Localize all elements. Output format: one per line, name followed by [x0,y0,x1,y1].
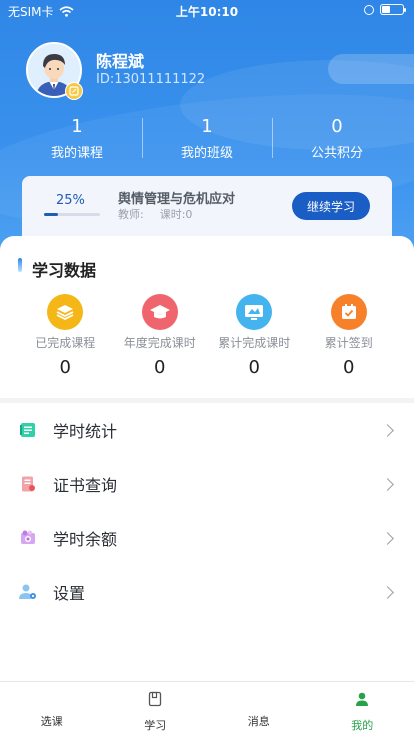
chevron-right-icon [381,423,394,437]
rotation-lock-icon [364,4,374,15]
tab-label: 选课 [40,715,63,728]
menu-item-label: 证书查询 [53,476,118,495]
edit-profile-icon[interactable] [65,82,83,100]
tab-label: 我的 [351,719,374,732]
study-data-value: 0 [248,357,260,378]
study-data-label: 已完成课程 [35,336,96,350]
stat-value: 0 [331,116,343,137]
course-progress-fill [44,213,58,216]
monitor-icon [236,294,273,330]
study-data-label: 年度完成课时 [123,336,196,350]
menu-item-hours-balance[interactable]: 学时余额 [0,511,414,565]
menu-item-settings[interactable]: 设置 [0,565,414,619]
study-data-value: 0 [154,357,166,378]
menu-item-label: 设置 [53,584,86,603]
stat-label: 我的班级 [180,146,233,161]
stat-label: 公共积分 [310,146,363,161]
tab-label: 消息 [247,715,270,728]
course-meta: 教师: 课时:0 [118,206,192,222]
tab-messages[interactable]: 消息 [207,682,311,736]
stat-my-courses[interactable]: 1 我的课程 [12,116,142,162]
profile-page: 无SIM卡 上午10:10 陈程斌 ID:13011111122 1 我的课程 … [0,0,414,736]
status-right [364,4,406,15]
message-icon [251,691,267,707]
course-progress-percent: 25% [56,193,85,208]
study-data-row: 已完成课程 0 年度完成课时 0 累计完成课时 0 累计签到 0 [18,292,396,378]
course-progress-bar [44,213,100,216]
battery-icon [380,4,406,15]
stat-value: 1 [201,116,213,137]
chevron-right-icon [381,585,394,599]
study-data-total-checkins[interactable]: 累计签到 0 [302,292,397,378]
stat-my-classes[interactable]: 1 我的班级 [142,116,272,162]
wallet-icon [18,528,38,548]
course-teacher: 教师: [118,208,144,221]
study-data-value: 0 [343,357,355,378]
menu-item-label: 学时统计 [53,422,118,441]
calendar-check-icon [330,294,367,330]
stat-label: 我的课程 [50,146,103,161]
user-settings-icon [18,582,38,602]
book-icon [149,691,162,707]
user-id: ID:13011111122 [96,72,206,87]
chevron-right-icon [381,477,394,491]
select-course-icon [44,691,60,707]
study-data-label: 累计完成课时 [218,336,291,350]
status-time: 上午10:10 [175,5,239,19]
tab-bar: 选课 学习 消息 我的 [0,681,414,736]
continue-learning-button[interactable]: 继续学习 [292,192,370,220]
user-icon [356,692,369,706]
menu-item-hours-stats[interactable]: 学时统计 [0,403,414,457]
study-data-completed-courses[interactable]: 已完成课程 0 [18,292,113,378]
course-hours: 课时:0 [159,208,193,221]
stat-public-points[interactable]: 0 公共积分 [272,116,402,162]
header-pill-decoration [328,54,414,84]
status-bar: 无SIM卡 上午10:10 [0,0,414,22]
study-data-total-hours[interactable]: 累计完成课时 0 [207,292,302,378]
layers-icon [47,294,84,330]
stat-value: 1 [71,116,83,137]
certificate-icon [18,474,38,494]
tab-select-course[interactable]: 选课 [0,682,104,736]
study-data-value: 0 [59,357,71,378]
menu-item-label: 学时余额 [53,530,118,549]
course-title: 舆情管理与危机应对 [118,192,236,207]
graduation-cap-icon [141,294,178,330]
stats-row: 1 我的课程 1 我的班级 0 公共积分 [12,116,402,162]
notebook-icon [18,420,38,440]
menu-item-certificate[interactable]: 证书查询 [0,457,414,511]
chevron-right-icon [381,531,394,545]
menu-list: 学时统计 证书查询 学时余额 设置 [0,403,414,619]
section-accent-bar [18,258,22,272]
tab-study[interactable]: 学习 [104,682,208,736]
user-name: 陈程斌 [96,52,145,71]
tab-label: 学习 [144,719,167,732]
study-data-annual-hours[interactable]: 年度完成课时 0 [113,292,208,378]
tab-mine[interactable]: 我的 [311,682,414,736]
study-data-label: 累计签到 [324,336,373,350]
section-title: 学习数据 [32,261,97,280]
